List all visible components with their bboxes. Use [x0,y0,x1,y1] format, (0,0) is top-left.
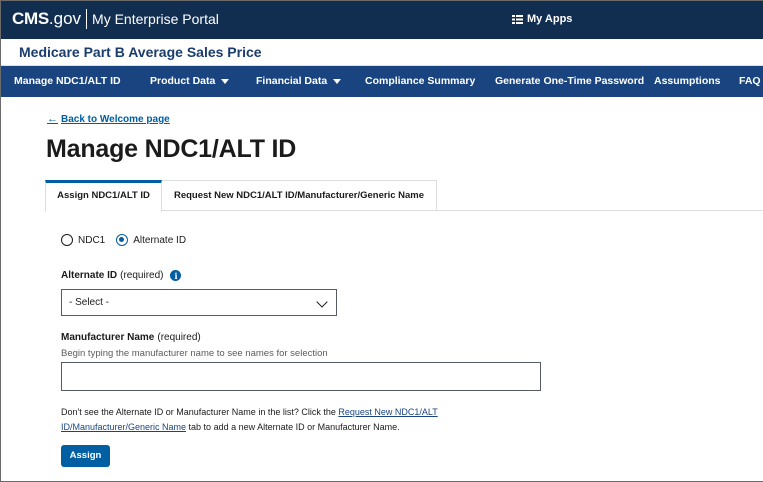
nav-label: Compliance Summary [365,75,476,87]
alternate-id-select-value: - Select - [69,297,110,308]
logo-cms-text: CMS [12,9,49,28]
radio-ndc1-label[interactable]: NDC1 [78,235,105,246]
help-text: Don't see the Alternate ID or Manufactur… [61,405,481,435]
nav-label: FAQ [739,75,761,87]
nav-label: Manage NDC1/ALT ID [14,75,121,87]
tab-request-new[interactable]: Request New NDC1/ALT ID/Manufacturer/Gen… [162,180,437,211]
id-type-radio-group: NDC1 Alternate ID [61,234,186,246]
nav-label: Generate One-Time Password [495,75,645,87]
alternate-id-select[interactable]: - Select - [61,289,337,316]
alternate-id-label: Alternate ID (required) i [61,270,182,281]
my-apps-label: My Apps [527,13,573,25]
cms-logo[interactable]: CMS .gov My Enterprise Portal [12,9,219,29]
radio-alternate-id[interactable] [116,234,129,246]
page-title: Manage NDC1/ALT ID [46,135,297,163]
help-text-before: Don't see the Alternate ID or Manufactur… [61,407,339,417]
alternate-id-label-text: Alternate ID [61,270,118,281]
nav-item-manage-ndc1[interactable]: Manage NDC1/ALT ID [14,66,121,97]
chevron-down-icon [316,296,328,308]
help-text-after: tab to add a new Alternate ID or Manufac… [186,422,400,432]
required-marker: (required) [157,332,201,343]
my-apps-button[interactable]: My Apps [512,13,572,25]
nav-item-financial-data[interactable]: Financial Data [256,66,342,97]
nav-item-assumptions[interactable]: Assumptions [654,66,721,97]
nav-label: Financial Data [256,75,328,87]
radio-ndc1[interactable] [61,234,73,246]
manufacturer-name-label: Manufacturer Name (required) [61,332,201,343]
tab-label: Assign NDC1/ALT ID [57,190,150,201]
info-icon[interactable]: i [170,270,182,281]
page-frame: CMS .gov My Enterprise Portal My Apps Med… [0,0,763,482]
assign-button[interactable]: Assign [61,445,110,467]
nav-item-faq[interactable]: FAQ [739,66,761,97]
manufacturer-name-hint: Begin typing the manufacturer name to se… [61,348,328,359]
caret-down-icon [333,79,342,84]
caret-down-icon [221,79,230,84]
portal-name: My Enterprise Portal [92,11,219,27]
nav-label: Product Data [150,75,216,87]
manufacturer-name-input[interactable] [61,362,541,391]
nav-label: Assumptions [654,75,721,87]
manufacturer-name-label-text: Manufacturer Name [61,332,155,343]
application-title-bar: Medicare Part B Average Sales Price [1,39,763,66]
required-marker: (required) [120,270,164,281]
grid-menu-icon [512,14,523,24]
arrow-left-icon: ← [47,113,58,125]
application-title[interactable]: Medicare Part B Average Sales Price [19,44,262,60]
back-link-label: Back to Welcome page [61,113,170,125]
nav-item-compliance-summary[interactable]: Compliance Summary [365,66,475,97]
tab-bar: Assign NDC1/ALT ID Request New NDC1/ALT … [45,180,763,212]
tab-label: Request New NDC1/ALT ID/Manufacturer/Gen… [173,190,425,201]
radio-alternate-id-label[interactable]: Alternate ID [133,235,186,246]
nav-item-product-data[interactable]: Product Data [150,66,230,97]
nav-item-generate-otp[interactable]: Generate One-Time Password [495,66,644,97]
tab-assign-ndc1[interactable]: Assign NDC1/ALT ID [45,180,162,212]
back-to-welcome-link[interactable]: ← Back to Welcome page [47,113,170,125]
main-navigation: Manage NDC1/ALT ID Product Data Financia… [1,66,763,97]
logo-divider [86,9,88,29]
logo-gov-text: .gov [48,9,82,28]
enterprise-header: CMS .gov My Enterprise Portal My Apps [1,1,763,39]
